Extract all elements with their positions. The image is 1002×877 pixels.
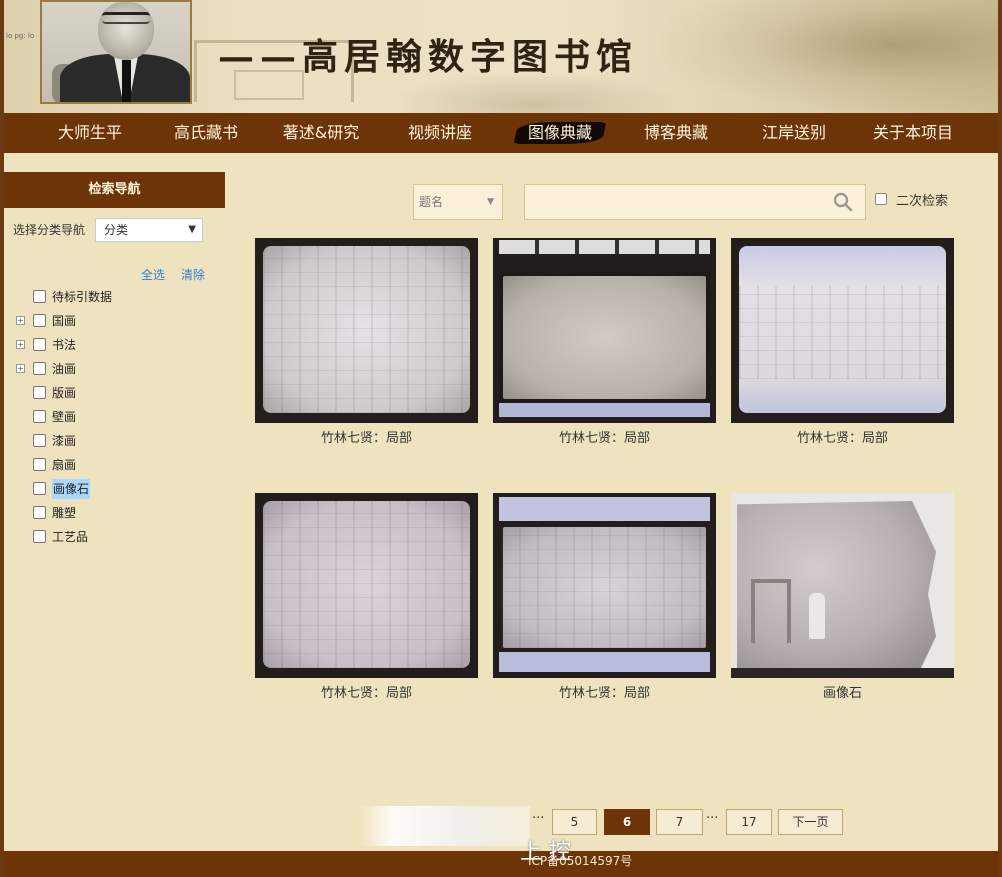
portrait-tie — [122, 60, 131, 102]
page-button-current[interactable]: 6 — [604, 809, 650, 835]
checkbox[interactable] — [33, 506, 46, 519]
search-icon[interactable] — [833, 192, 853, 212]
image-bottom-band — [499, 652, 710, 672]
clear-link[interactable]: 清除 — [181, 266, 205, 283]
tree-item-label: 书法 — [52, 338, 77, 352]
gallery-image[interactable] — [493, 493, 716, 678]
portrait-glasses — [102, 12, 150, 24]
gallery-image[interactable] — [493, 238, 716, 423]
nav-item-collection-books[interactable]: 高氏藏书 — [166, 113, 246, 153]
checkbox[interactable] — [33, 530, 46, 543]
nav-item-video-lectures[interactable]: 视频讲座 — [400, 113, 480, 153]
secondary-search-checkbox[interactable] — [875, 193, 887, 205]
gallery-image[interactable] — [255, 238, 478, 423]
checkbox[interactable] — [33, 362, 46, 375]
tree-item-label: 版画 — [52, 386, 77, 400]
tree-item-label: 壁画 — [52, 410, 77, 424]
select-all-link[interactable]: 全选 — [141, 266, 165, 283]
gallery-caption[interactable]: 竹林七贤：局部 — [731, 427, 954, 446]
gallery-image[interactable] — [731, 493, 954, 678]
category-select[interactable]: 分类 ▼ — [95, 218, 203, 242]
checkbox[interactable] — [33, 338, 46, 351]
secondary-search-label: 二次检索 — [896, 194, 949, 209]
tree-item-label: 雕塑 — [52, 506, 77, 520]
search-field-value: 题名 — [419, 195, 444, 209]
checkbox[interactable] — [33, 410, 46, 423]
expand-plus-icon[interactable]: + — [16, 340, 25, 349]
main-nav: 大师生平 高氏藏书 著述&研究 视频讲座 图像典藏 博客典藏 江岸送别 关于本项… — [4, 113, 998, 153]
banner-debug-text: lo pg: lo — [6, 32, 35, 40]
nav-item-riverbank-farewell[interactable]: 江岸送别 — [754, 113, 834, 153]
tree-item-label: 工艺品 — [52, 530, 89, 544]
gallery-caption[interactable]: 画像石 — [731, 682, 954, 701]
nav-item-writings-research[interactable]: 著述&研究 — [276, 113, 366, 153]
gallery-caption[interactable]: 竹林七贤：局部 — [255, 682, 478, 701]
footer — [4, 851, 998, 877]
page-button[interactable]: 5 — [552, 809, 597, 835]
nav-item-blog-collection[interactable]: 博客典藏 — [636, 113, 716, 153]
checkbox[interactable] — [33, 482, 46, 495]
caret-down-icon: ▼ — [487, 197, 494, 207]
image-frame — [499, 272, 710, 403]
category-select-value: 分类 — [104, 223, 129, 237]
pagination-overlay — [360, 806, 530, 846]
nav-item-biography[interactable]: 大师生平 — [50, 113, 130, 153]
checkbox[interactable] — [33, 290, 46, 303]
nav-item-image-collection[interactable]: 图像典藏 — [520, 113, 600, 153]
tree-item-label: 油画 — [52, 362, 77, 376]
search-input[interactable] — [524, 184, 866, 220]
gallery-caption[interactable]: 竹林七贤：局部 — [493, 682, 716, 701]
image-texture — [263, 501, 470, 668]
gallery-caption[interactable]: 竹林七贤：局部 — [255, 427, 478, 446]
next-page-button[interactable]: 下一页 — [778, 809, 843, 835]
sidebar-header: 检索导航 — [4, 172, 225, 208]
caret-down-icon: ▼ — [188, 224, 196, 235]
right-border — [998, 0, 1002, 877]
tree-item-label: 扇画 — [52, 458, 77, 472]
image-texture — [501, 527, 708, 648]
nav-item-about-project[interactable]: 关于本项目 — [866, 113, 960, 153]
gallery-image[interactable] — [731, 238, 954, 423]
image-shadow — [731, 668, 954, 678]
checkbox[interactable] — [33, 386, 46, 399]
image-blinds — [499, 240, 710, 254]
category-label: 选择分类导航 — [13, 223, 86, 237]
portrait-face — [98, 2, 154, 60]
tree-item-label: 漆画 — [52, 434, 77, 448]
banner-tree-sketch — [644, 0, 998, 113]
image-top-band — [499, 497, 710, 521]
pagination-ellipsis: ··· — [532, 811, 545, 826]
tree-item-label: 国画 — [52, 314, 77, 328]
image-texture — [263, 246, 470, 413]
image-texture — [739, 286, 946, 379]
tree-item-label: 画像石 — [52, 479, 91, 499]
page-button-last[interactable]: 17 — [726, 809, 772, 835]
header-banner: lo pg: lo ——高居翰数字图书馆 — [4, 0, 998, 113]
stone-relief-figure — [809, 593, 825, 639]
tree-item-label: 待标引数据 — [52, 290, 113, 304]
stone-relief-arch — [751, 579, 791, 643]
checkbox[interactable] — [33, 458, 46, 471]
expand-plus-icon[interactable]: + — [16, 364, 25, 373]
image-bottom-band — [499, 403, 710, 417]
pagination-ellipsis: ··· — [706, 811, 719, 826]
checkbox[interactable] — [33, 314, 46, 327]
expand-plus-icon[interactable]: + — [16, 316, 25, 325]
checkbox[interactable] — [33, 434, 46, 447]
search-field-select[interactable]: 题名 ▼ — [413, 184, 503, 220]
page-button[interactable]: 7 — [656, 809, 703, 835]
gallery-image[interactable] — [255, 493, 478, 678]
portrait-photo — [40, 0, 192, 104]
gallery-caption[interactable]: 竹林七贤：局部 — [493, 427, 716, 446]
icp-record[interactable]: ICP备05014597号 — [528, 852, 632, 869]
site-title: ——高居翰数字图书馆 — [218, 36, 639, 78]
